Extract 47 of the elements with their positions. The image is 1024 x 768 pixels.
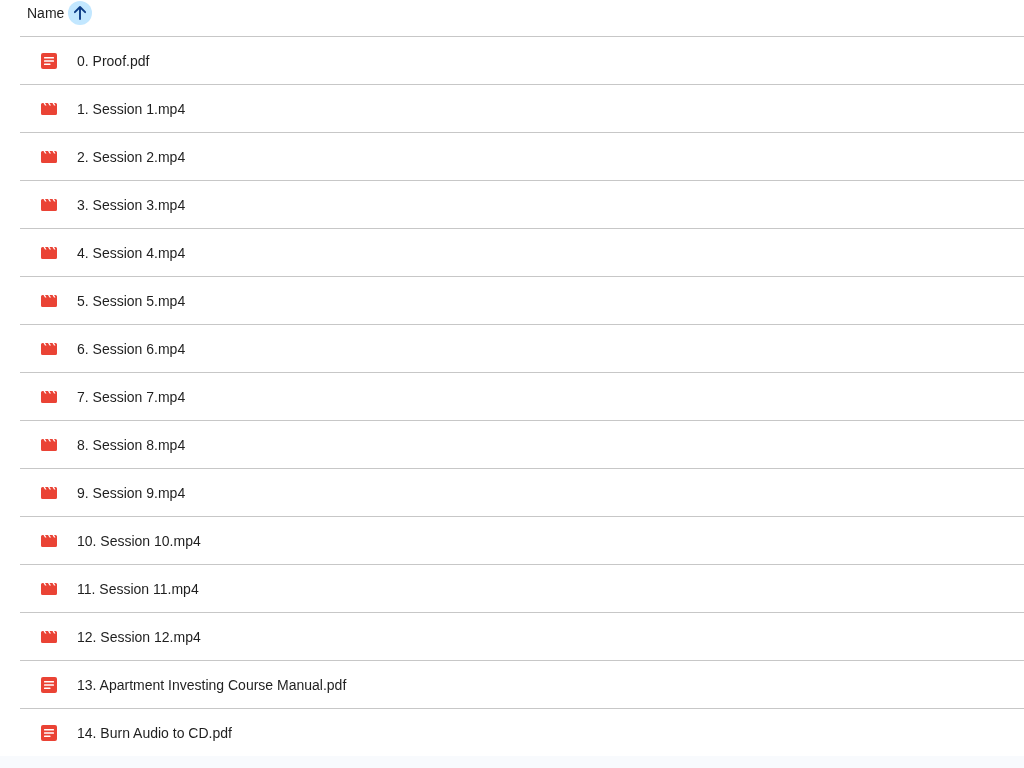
file-name: 11. Session 11.mp4 <box>77 580 199 597</box>
file-name: 12. Session 12.mp4 <box>77 628 201 645</box>
file-row[interactable]: 3. Session 3.mp4 <box>20 180 1024 228</box>
clapperboard-icon <box>41 390 57 403</box>
file-name: 8. Session 8.mp4 <box>77 436 186 453</box>
file-name: 14. Burn Audio to CD.pdf <box>77 724 232 741</box>
clapperboard-icon <box>41 630 57 643</box>
clapperboard-icon <box>41 150 57 163</box>
clapperboard-icon <box>41 438 57 451</box>
file-name: 7. Session 7.mp4 <box>77 388 186 405</box>
document-icon <box>41 52 57 69</box>
file-name: 6. Session 6.mp4 <box>77 340 186 357</box>
clapperboard-icon <box>41 246 57 259</box>
file-name: 13. Apartment Investing Course Manual.pdf <box>77 676 347 693</box>
file-row[interactable]: 6. Session 6.mp4 <box>20 324 1024 372</box>
file-row[interactable]: 13. Apartment Investing Course Manual.pdf <box>20 660 1024 708</box>
file-name: 4. Session 4.mp4 <box>77 244 186 261</box>
file-row[interactable]: 2. Session 2.mp4 <box>20 132 1024 180</box>
file-row[interactable]: 4. Session 4.mp4 <box>20 228 1024 276</box>
document-icon <box>41 724 57 741</box>
file-row[interactable]: 1. Session 1.mp4 <box>20 84 1024 132</box>
file-row[interactable]: 8. Session 8.mp4 <box>20 420 1024 468</box>
clapperboard-icon <box>41 102 57 115</box>
file-row[interactable]: 0. Proof.pdf <box>20 36 1024 84</box>
clapperboard-icon <box>41 294 57 307</box>
file-name: 9. Session 9.mp4 <box>77 484 186 501</box>
file-row[interactable]: 7. Session 7.mp4 <box>20 372 1024 420</box>
file-name: 1. Session 1.mp4 <box>77 100 186 117</box>
document-icon <box>41 676 57 693</box>
clapperboard-icon <box>41 342 57 355</box>
file-row[interactable]: 10. Session 10.mp4 <box>20 516 1024 564</box>
clapperboard-icon <box>41 198 57 211</box>
file-row[interactable]: 9. Session 9.mp4 <box>20 468 1024 516</box>
file-name: 3. Session 3.mp4 <box>77 196 186 213</box>
clapperboard-icon <box>41 486 57 499</box>
file-name: 2. Session 2.mp4 <box>77 148 186 165</box>
file-row[interactable]: 14. Burn Audio to CD.pdf <box>20 708 1024 756</box>
file-name: 0. Proof.pdf <box>77 52 150 69</box>
sort-button[interactable] <box>68 1 93 25</box>
file-row[interactable]: 11. Session 11.mp4 <box>20 564 1024 612</box>
clapperboard-icon <box>41 534 57 547</box>
clapperboard-icon <box>41 582 57 595</box>
file-row[interactable]: 5. Session 5.mp4 <box>20 276 1024 324</box>
file-row[interactable]: 12. Session 12.mp4 <box>20 612 1024 660</box>
column-header[interactable]: Name <box>27 1 65 25</box>
file-name: 5. Session 5.mp4 <box>77 292 186 309</box>
file-name: 10. Session 10.mp4 <box>77 532 201 549</box>
